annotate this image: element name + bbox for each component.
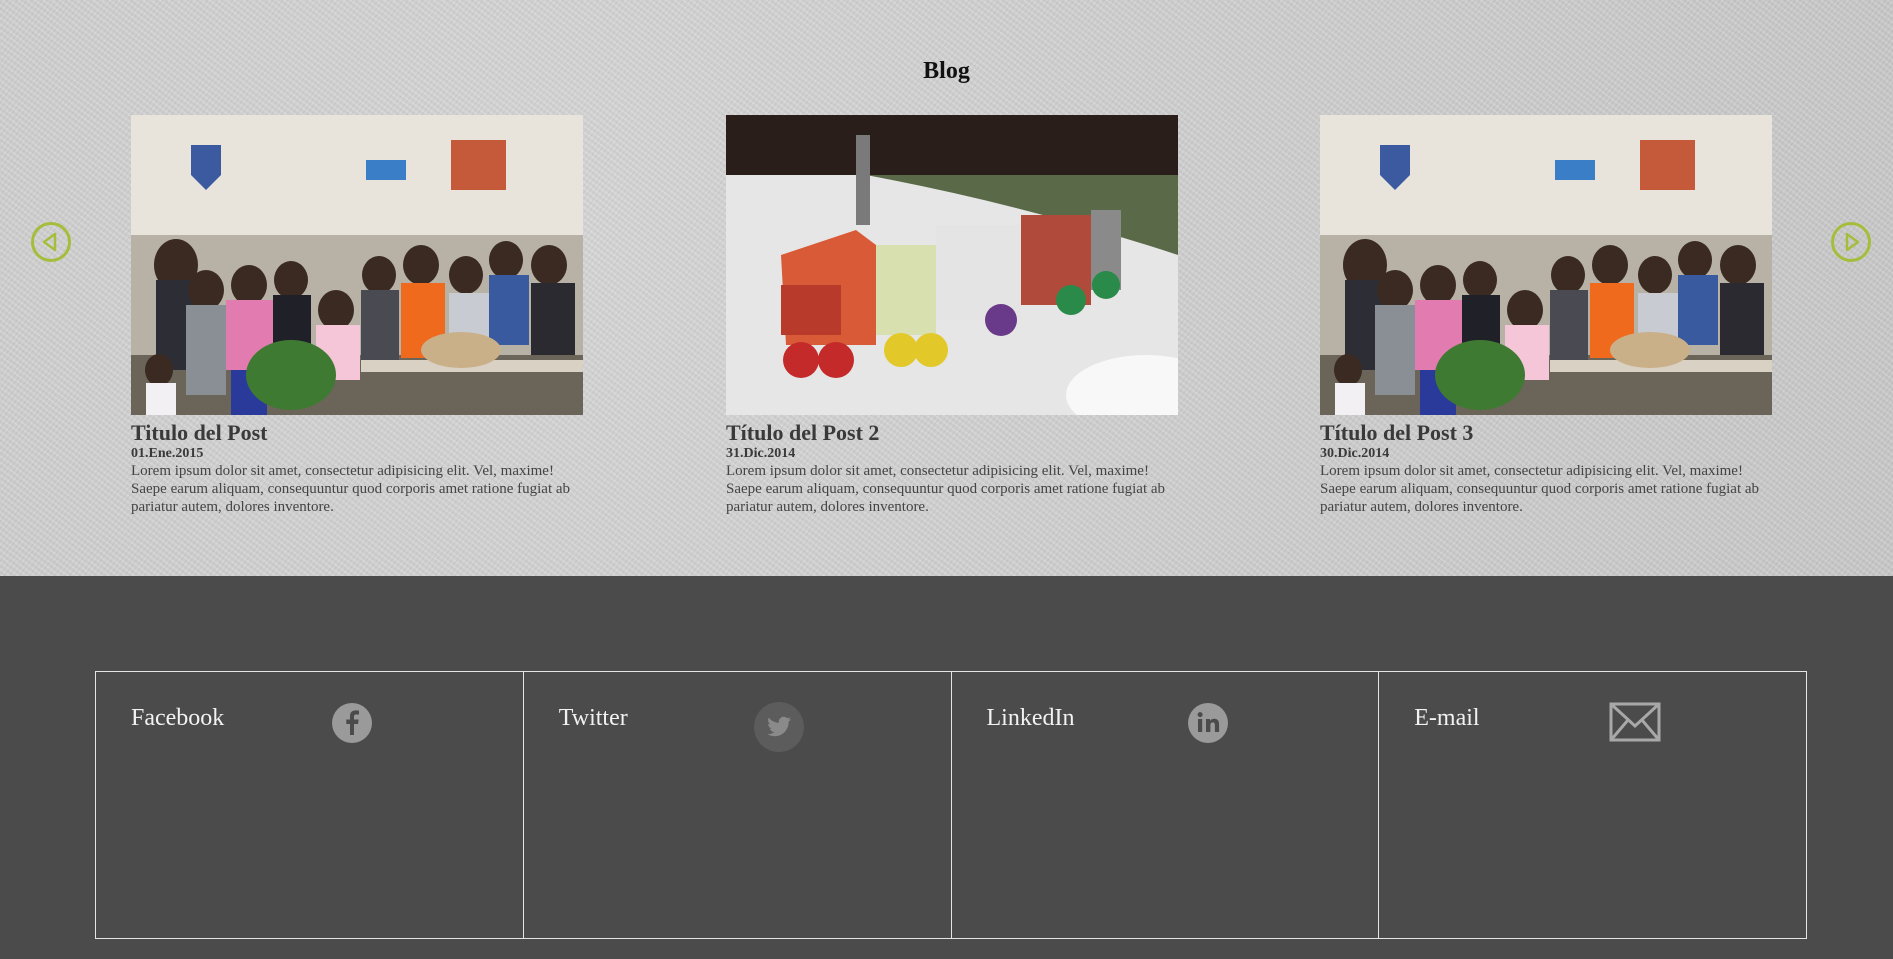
social-label[interactable]: Facebook bbox=[131, 705, 224, 732]
social-label[interactable]: Twitter bbox=[559, 705, 628, 732]
post-title[interactable]: Título del Post 2 bbox=[726, 421, 1178, 445]
social-twitter-link[interactable]: Twitter bbox=[524, 672, 952, 938]
linkedin-icon[interactable] bbox=[1187, 702, 1229, 744]
post-date: 31.Dic.2014 bbox=[726, 446, 796, 461]
social-email-link[interactable]: E-mail bbox=[1379, 672, 1806, 938]
carousel-next-button[interactable] bbox=[1831, 222, 1871, 262]
post-date: 30.Dic.2014 bbox=[1320, 446, 1390, 461]
blog-post-card[interactable]: Titulo del Post 01.Ene.2015 Lorem ipsum … bbox=[131, 115, 583, 516]
facebook-icon[interactable] bbox=[331, 702, 373, 744]
post-title[interactable]: Titulo del Post bbox=[131, 421, 583, 445]
arrow-left-circle-icon bbox=[42, 232, 57, 252]
social-linkedin-link[interactable]: LinkedIn bbox=[952, 672, 1380, 938]
social-facebook-link[interactable]: Facebook bbox=[96, 672, 524, 938]
post-image-group-photo[interactable] bbox=[1320, 115, 1772, 415]
twitter-icon[interactable] bbox=[753, 702, 804, 752]
email-icon[interactable] bbox=[1609, 702, 1661, 742]
post-image-group-photo[interactable] bbox=[131, 115, 583, 415]
blog-post-card[interactable]: Título del Post 3 30.Dic.2014 Lorem ipsu… bbox=[1320, 115, 1772, 516]
blog-post-card[interactable]: Título del Post 2 31.Dic.2014 Lorem ipsu… bbox=[726, 115, 1178, 516]
post-image-toy-train[interactable] bbox=[726, 115, 1178, 415]
post-title[interactable]: Título del Post 3 bbox=[1320, 421, 1772, 445]
carousel-prev-button[interactable] bbox=[31, 222, 71, 262]
blog-section: Blog Titulo del Post 01.Ene.2015 Lorem i… bbox=[0, 0, 1893, 576]
social-links: Facebook Twitter LinkedIn E-mail bbox=[95, 671, 1807, 939]
blog-heading: Blog bbox=[923, 58, 970, 84]
post-date: 01.Ene.2015 bbox=[131, 446, 204, 461]
arrow-right-circle-icon bbox=[1845, 232, 1860, 252]
post-excerpt: Lorem ipsum dolor sit amet, consectetur … bbox=[131, 463, 571, 515]
social-label[interactable]: LinkedIn bbox=[987, 705, 1075, 732]
social-label[interactable]: E-mail bbox=[1414, 705, 1479, 732]
post-excerpt: Lorem ipsum dolor sit amet, consectetur … bbox=[726, 463, 1166, 515]
post-excerpt: Lorem ipsum dolor sit amet, consectetur … bbox=[1320, 463, 1760, 515]
